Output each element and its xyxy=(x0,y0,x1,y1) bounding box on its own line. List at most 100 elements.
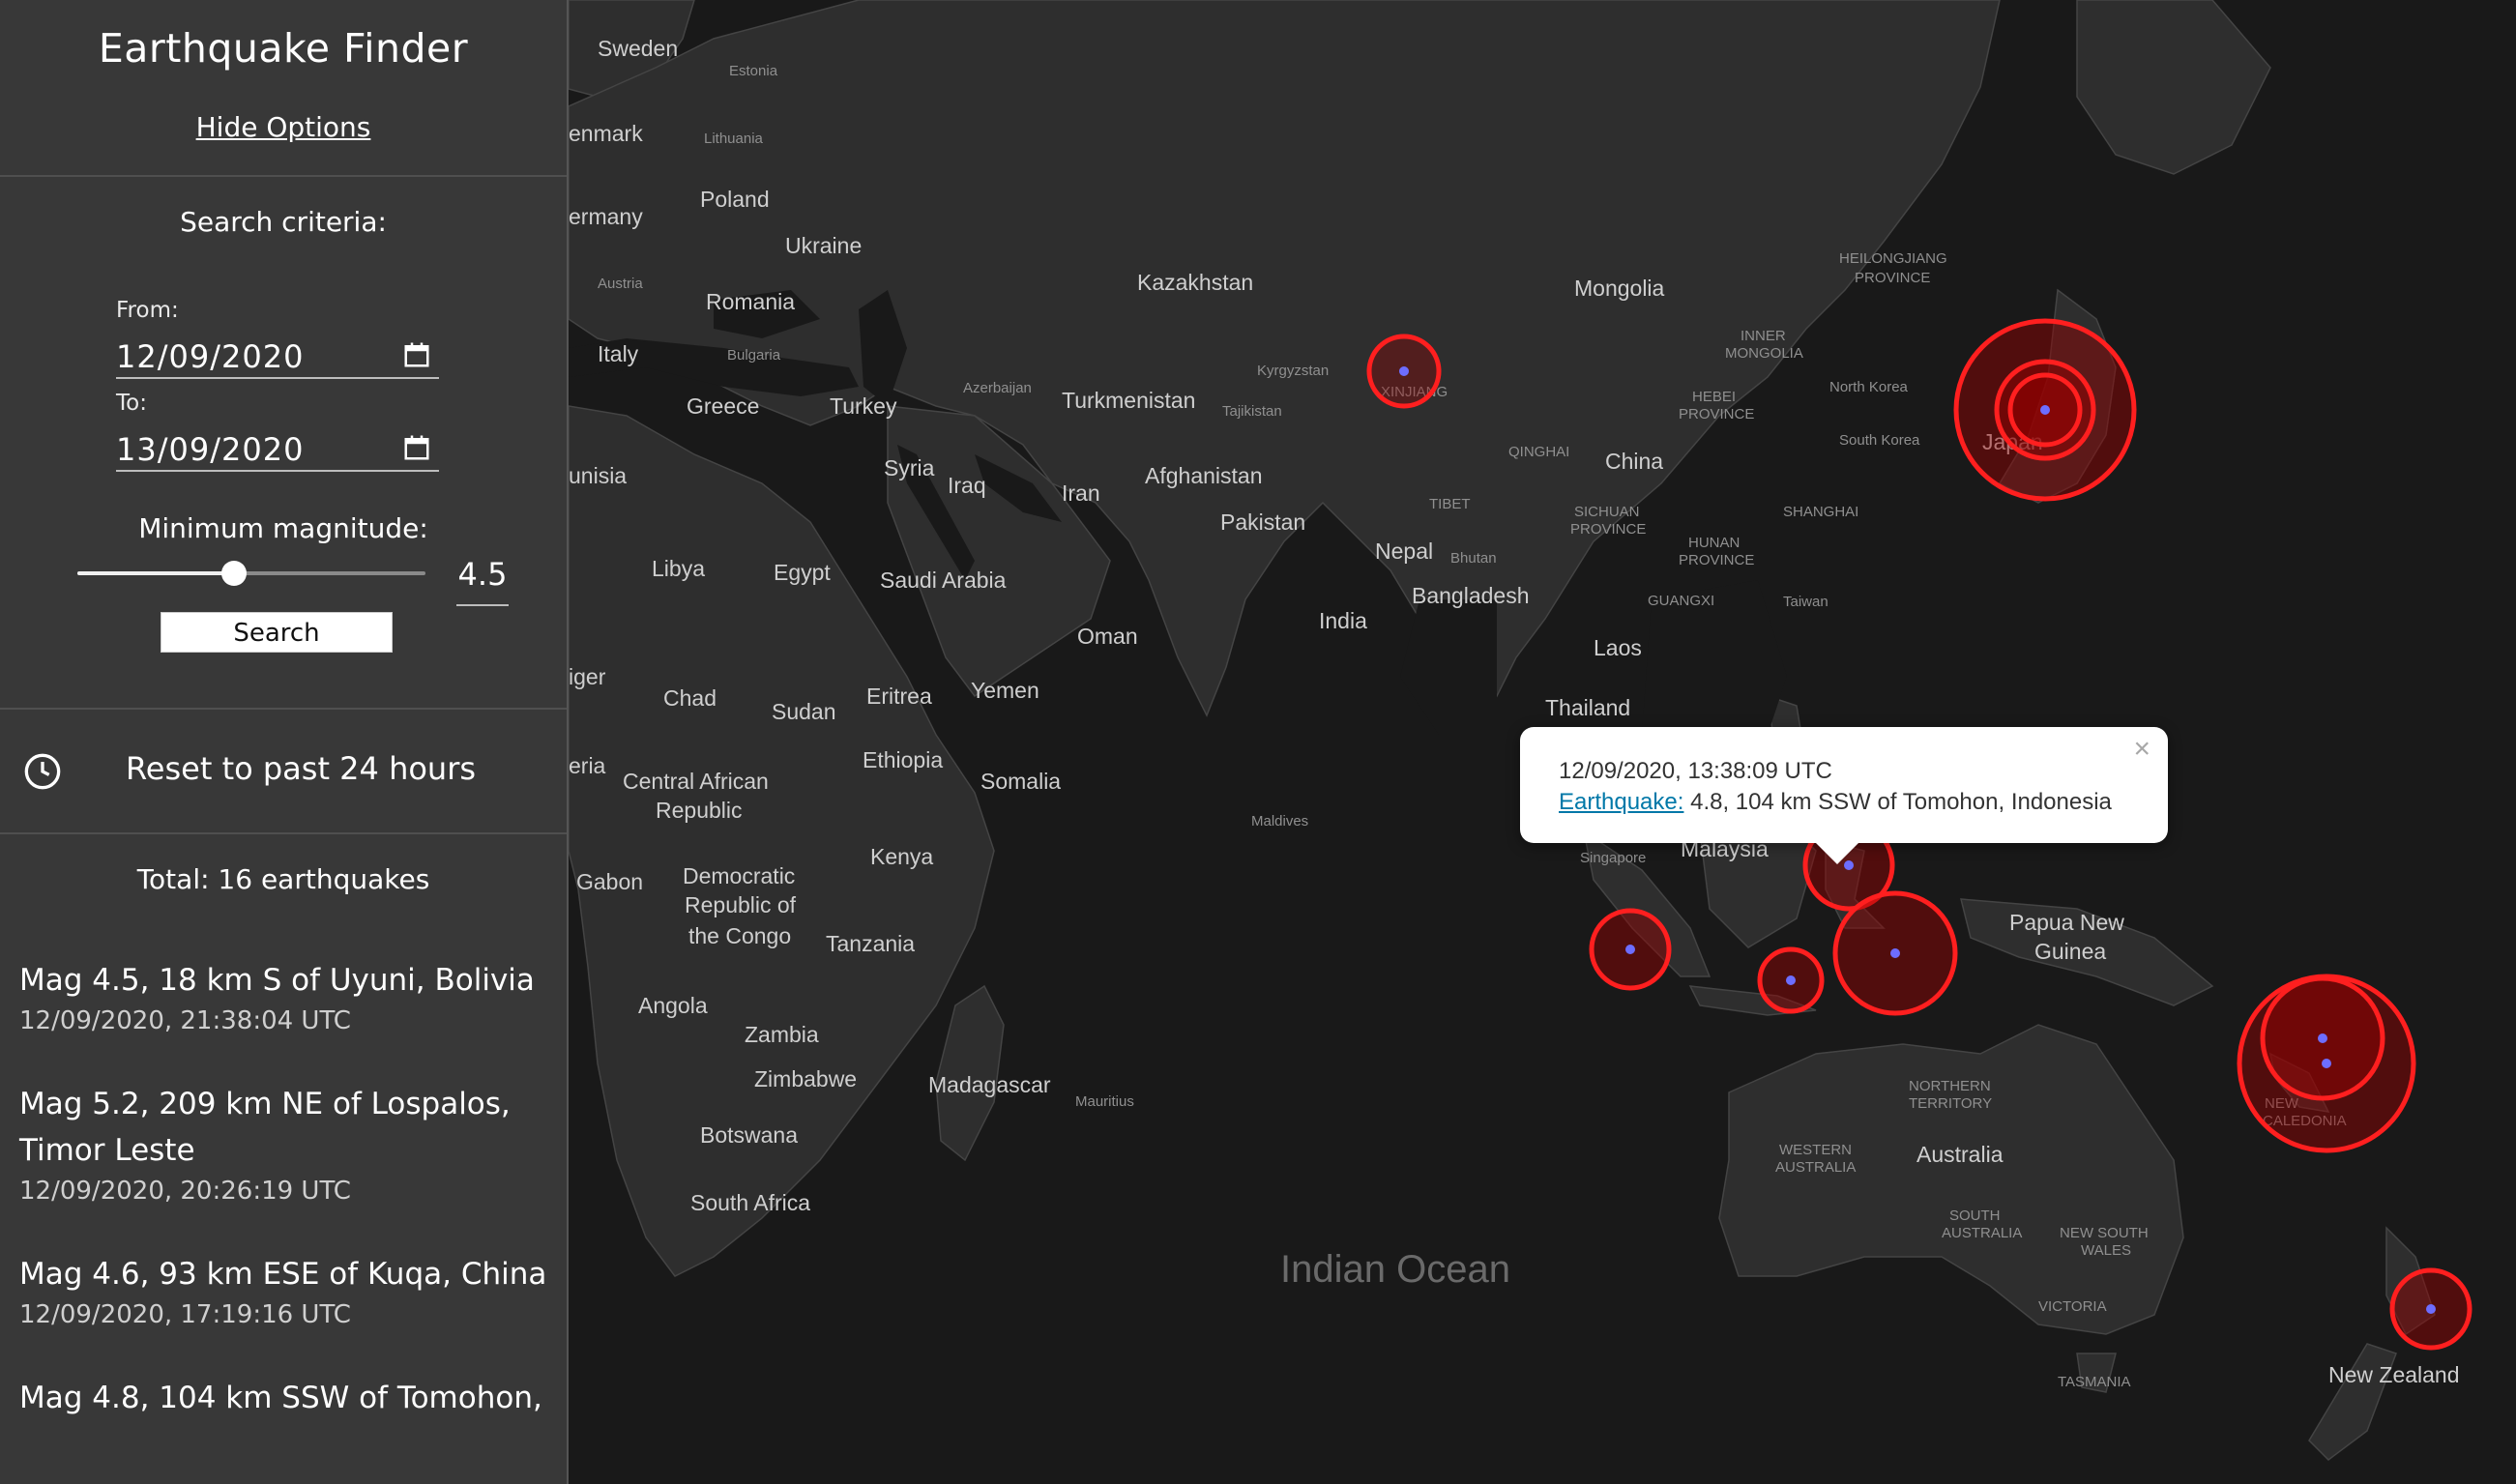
map-label: Kyrgyzstan xyxy=(1257,363,1329,379)
map-label: India xyxy=(1319,608,1367,633)
slider-fill xyxy=(77,571,234,575)
quake-marker[interactable] xyxy=(1757,946,1825,1014)
quake-marker[interactable] xyxy=(1366,334,1442,409)
hide-options-link[interactable]: Hide Options xyxy=(0,111,567,143)
quake-marker[interactable] xyxy=(2389,1267,2472,1351)
to-date-input[interactable]: 13/09/2020 xyxy=(116,425,439,472)
quake-marker[interactable] xyxy=(1953,318,2137,502)
search-criteria-heading: Search criteria: xyxy=(180,206,387,238)
map-label: Lithuania xyxy=(704,131,764,147)
map-label: Taiwan xyxy=(1783,594,1828,610)
map-label: Chad xyxy=(663,685,717,711)
map-label: Egypt xyxy=(774,560,831,585)
map-label: enmark xyxy=(569,121,643,146)
map-label: Romania xyxy=(706,289,795,314)
magnitude-slider[interactable] xyxy=(77,561,425,586)
list-item[interactable]: Mag 4.8, 104 km SSW of Tomohon, xyxy=(0,1375,567,1421)
map-label: Bulgaria xyxy=(727,347,781,364)
min-magnitude-label: Minimum magnitude: xyxy=(138,512,428,544)
search-button[interactable]: Search xyxy=(161,612,393,653)
map-label: ermany xyxy=(569,204,643,229)
map-label: South Korea xyxy=(1839,432,1920,449)
quake-time: 12/09/2020, 21:38:04 UTC xyxy=(19,1006,351,1035)
magnitude-value-field[interactable]: 4.5 xyxy=(456,556,509,606)
earthquake-popup: × 12/09/2020, 13:38:09 UTC Earthquake: 4… xyxy=(1520,727,2168,864)
quake-marker[interactable] xyxy=(1832,890,1958,1016)
quake-marker[interactable] xyxy=(2237,974,2416,1153)
map-label: MONGOLIA xyxy=(1725,345,1803,362)
calendar-icon[interactable] xyxy=(402,340,431,369)
map-label: Azerbaijan xyxy=(963,380,1032,396)
map-label: NEW SOUTH xyxy=(2060,1225,2149,1241)
from-date-input[interactable]: 12/09/2020 xyxy=(116,333,439,379)
quake-time: 12/09/2020, 17:19:16 UTC xyxy=(19,1300,351,1329)
list-item[interactable]: Mag 4.6, 93 km ESE of Kuqa, China 12/09/… xyxy=(0,1251,567,1332)
list-item[interactable]: Mag 4.5, 18 km S of Uyuni, Bolivia 12/09… xyxy=(0,957,567,1038)
popup-description: 4.8, 104 km SSW of Tomohon, Indonesia xyxy=(1683,789,2112,815)
map-label: Ethiopia xyxy=(863,747,943,772)
map-label: Eritrea xyxy=(866,684,932,709)
map-label: PROVINCE xyxy=(1570,521,1646,538)
map-label: SHANGHAI xyxy=(1783,504,1858,520)
quake-marker[interactable] xyxy=(1589,908,1672,991)
land-far-east xyxy=(2076,0,2271,175)
map-label: Republic of xyxy=(685,892,797,917)
map-label: Oman xyxy=(1077,624,1138,649)
map-label: TERRITORY xyxy=(1909,1095,1992,1112)
map-label: eria xyxy=(569,753,606,778)
map-label: Austria xyxy=(598,276,643,292)
map-label: Turkmenistan xyxy=(1062,388,1195,413)
map-label: Bangladesh xyxy=(1412,583,1530,608)
map-label: Italy xyxy=(598,341,639,366)
map-label: North Korea xyxy=(1829,379,1909,395)
map-label: Somalia xyxy=(980,769,1061,794)
map-label: TASMANIA xyxy=(2058,1374,2131,1390)
map-label: Guinea xyxy=(2034,939,2106,964)
quake-time: 12/09/2020, 20:26:19 UTC xyxy=(19,1177,351,1206)
results-total: Total: 16 earthquakes xyxy=(136,863,430,895)
map-label: Tajikistan xyxy=(1222,403,1282,420)
from-date-value: 12/09/2020 xyxy=(116,338,305,375)
map-label: SICHUAN xyxy=(1574,504,1640,520)
list-item[interactable]: Mag 5.2, 209 km NE of Lospalos, Timor Le… xyxy=(0,1081,567,1208)
map-label: the Congo xyxy=(688,923,791,948)
quake-title: Mag 4.5, 18 km S of Uyuni, Bolivia xyxy=(19,963,535,998)
map-label: Nepal xyxy=(1375,538,1433,564)
map-label: INNER xyxy=(1741,328,1786,344)
clock-icon xyxy=(24,753,61,790)
map-label: Iran xyxy=(1062,480,1100,506)
map-label: Gabon xyxy=(576,869,643,894)
slider-thumb[interactable] xyxy=(221,561,247,586)
calendar-icon[interactable] xyxy=(402,433,431,462)
from-label: From: xyxy=(116,298,179,323)
map-label: Central African xyxy=(623,769,769,794)
close-icon[interactable]: × xyxy=(2133,733,2150,766)
map-label: Maldives xyxy=(1251,813,1308,829)
map-label: New Zealand xyxy=(2328,1362,2460,1387)
map-label: Saudi Arabia xyxy=(880,567,1007,593)
to-label: To: xyxy=(116,391,147,416)
map-label: Sudan xyxy=(772,699,836,724)
quake-title: Mag 4.8, 104 km SSW of Tomohon, xyxy=(19,1381,542,1415)
earthquake-link[interactable]: Earthquake: xyxy=(1559,789,1683,815)
reset-24h-button[interactable]: Reset to past 24 hours xyxy=(0,710,567,833)
to-date-value: 13/09/2020 xyxy=(116,431,305,468)
map-label: Botswana xyxy=(700,1122,798,1148)
map-label: PROVINCE xyxy=(1855,270,1930,286)
map-label: GUANGXI xyxy=(1648,593,1714,609)
map-label: PROVINCE xyxy=(1679,406,1754,422)
map-label: Poland xyxy=(700,187,770,212)
map-label: WESTERN xyxy=(1779,1142,1852,1158)
map-label: Syria xyxy=(884,455,935,480)
options-sidebar: Earthquake Finder Hide Options Search cr… xyxy=(0,0,569,1484)
map-label: NORTHERN xyxy=(1909,1078,1991,1094)
map-label: TIBET xyxy=(1429,496,1471,512)
map-label: Bhutan xyxy=(1450,550,1497,567)
map-label: Australia xyxy=(1916,1142,2004,1167)
map-label: VICTORIA xyxy=(2038,1298,2107,1315)
popup-details: Earthquake: 4.8, 104 km SSW of Tomohon, … xyxy=(1559,789,2112,816)
map-label: WALES xyxy=(2081,1242,2131,1259)
map-label: South Africa xyxy=(690,1190,810,1215)
reset-label: Reset to past 24 hours xyxy=(126,750,477,787)
map-label: Iraq xyxy=(948,473,986,498)
